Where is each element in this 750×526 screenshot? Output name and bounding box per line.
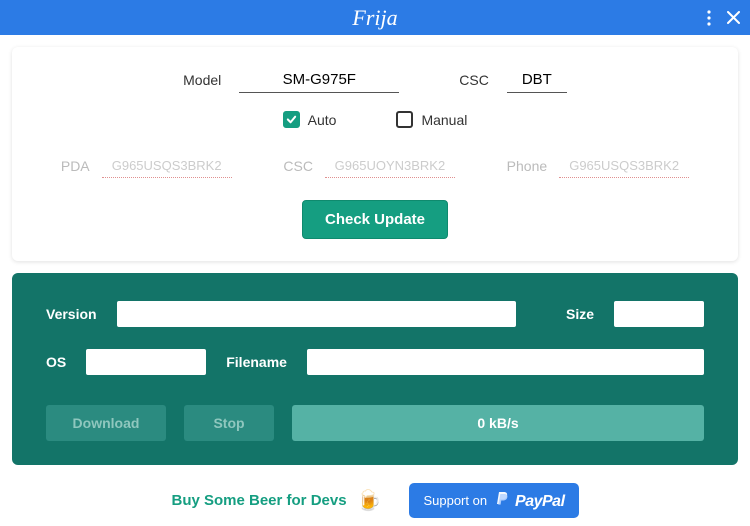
stop-button[interactable]: Stop bbox=[184, 405, 274, 441]
filename-input[interactable] bbox=[307, 349, 704, 375]
csc-readout-label: CSC bbox=[283, 158, 313, 174]
phone-label: Phone bbox=[507, 158, 547, 174]
version-label: Version bbox=[46, 306, 97, 322]
auto-label: Auto bbox=[308, 112, 337, 128]
mode-row: Auto Manual bbox=[36, 111, 714, 128]
os-input[interactable] bbox=[86, 349, 206, 375]
readouts-row: PDA CSC Phone bbox=[36, 154, 714, 178]
close-icon[interactable] bbox=[727, 11, 740, 24]
version-input[interactable] bbox=[117, 301, 516, 327]
beer-link[interactable]: Buy Some Beer for Devs 🍺 bbox=[171, 488, 381, 513]
pda-input bbox=[102, 154, 232, 178]
filename-label: Filename bbox=[226, 354, 287, 370]
size-input[interactable] bbox=[614, 301, 704, 327]
manual-label: Manual bbox=[421, 112, 467, 128]
phone-pair: Phone bbox=[507, 154, 689, 178]
csc-readout-input bbox=[325, 154, 455, 178]
paypal-logo: PayPal bbox=[495, 490, 564, 511]
paypal-p-icon bbox=[495, 490, 511, 511]
version-size-row: Version Size bbox=[46, 301, 704, 327]
support-on-text: Support on bbox=[423, 493, 487, 508]
model-csc-row: Model CSC bbox=[36, 67, 714, 93]
pda-label: PDA bbox=[61, 158, 90, 174]
checkbox-unchecked-icon bbox=[396, 111, 413, 128]
check-update-row: Check Update bbox=[36, 200, 714, 239]
download-button[interactable]: Download bbox=[46, 405, 166, 441]
phone-input bbox=[559, 154, 689, 178]
csc-input[interactable] bbox=[507, 67, 567, 93]
support-paypal-button[interactable]: Support on PayPal bbox=[409, 483, 578, 518]
csc-readout-pair: CSC bbox=[283, 154, 455, 178]
manual-checkbox[interactable]: Manual bbox=[396, 111, 467, 128]
titlebar: Frija bbox=[0, 0, 750, 35]
beer-text: Buy Some Beer for Devs bbox=[171, 492, 346, 509]
check-update-button[interactable]: Check Update bbox=[302, 200, 448, 239]
action-row: Download Stop 0 kB/s bbox=[46, 405, 704, 441]
app-title: Frija bbox=[352, 5, 397, 31]
csc-label: CSC bbox=[459, 72, 489, 88]
paypal-text: PayPal bbox=[515, 493, 564, 510]
result-panel: Version Size OS Filename Download Stop 0… bbox=[12, 273, 738, 465]
pda-pair: PDA bbox=[61, 154, 232, 178]
model-input[interactable] bbox=[239, 67, 399, 93]
progress-text: 0 kB/s bbox=[477, 415, 518, 431]
size-label: Size bbox=[566, 306, 594, 322]
model-label: Model bbox=[183, 72, 221, 88]
overflow-menu-icon[interactable] bbox=[707, 10, 711, 26]
beer-icon: 🍺 bbox=[357, 488, 382, 513]
footer: Buy Some Beer for Devs 🍺 Support on PayP… bbox=[0, 477, 750, 526]
auto-checkbox[interactable]: Auto bbox=[283, 111, 337, 128]
progress-bar: 0 kB/s bbox=[292, 405, 704, 441]
os-filename-row: OS Filename bbox=[46, 349, 704, 375]
checkbox-checked-icon bbox=[283, 111, 300, 128]
os-label: OS bbox=[46, 354, 66, 370]
query-card: Model CSC Auto Manual PDA CSC Ph bbox=[12, 47, 738, 261]
window-controls bbox=[707, 10, 740, 26]
